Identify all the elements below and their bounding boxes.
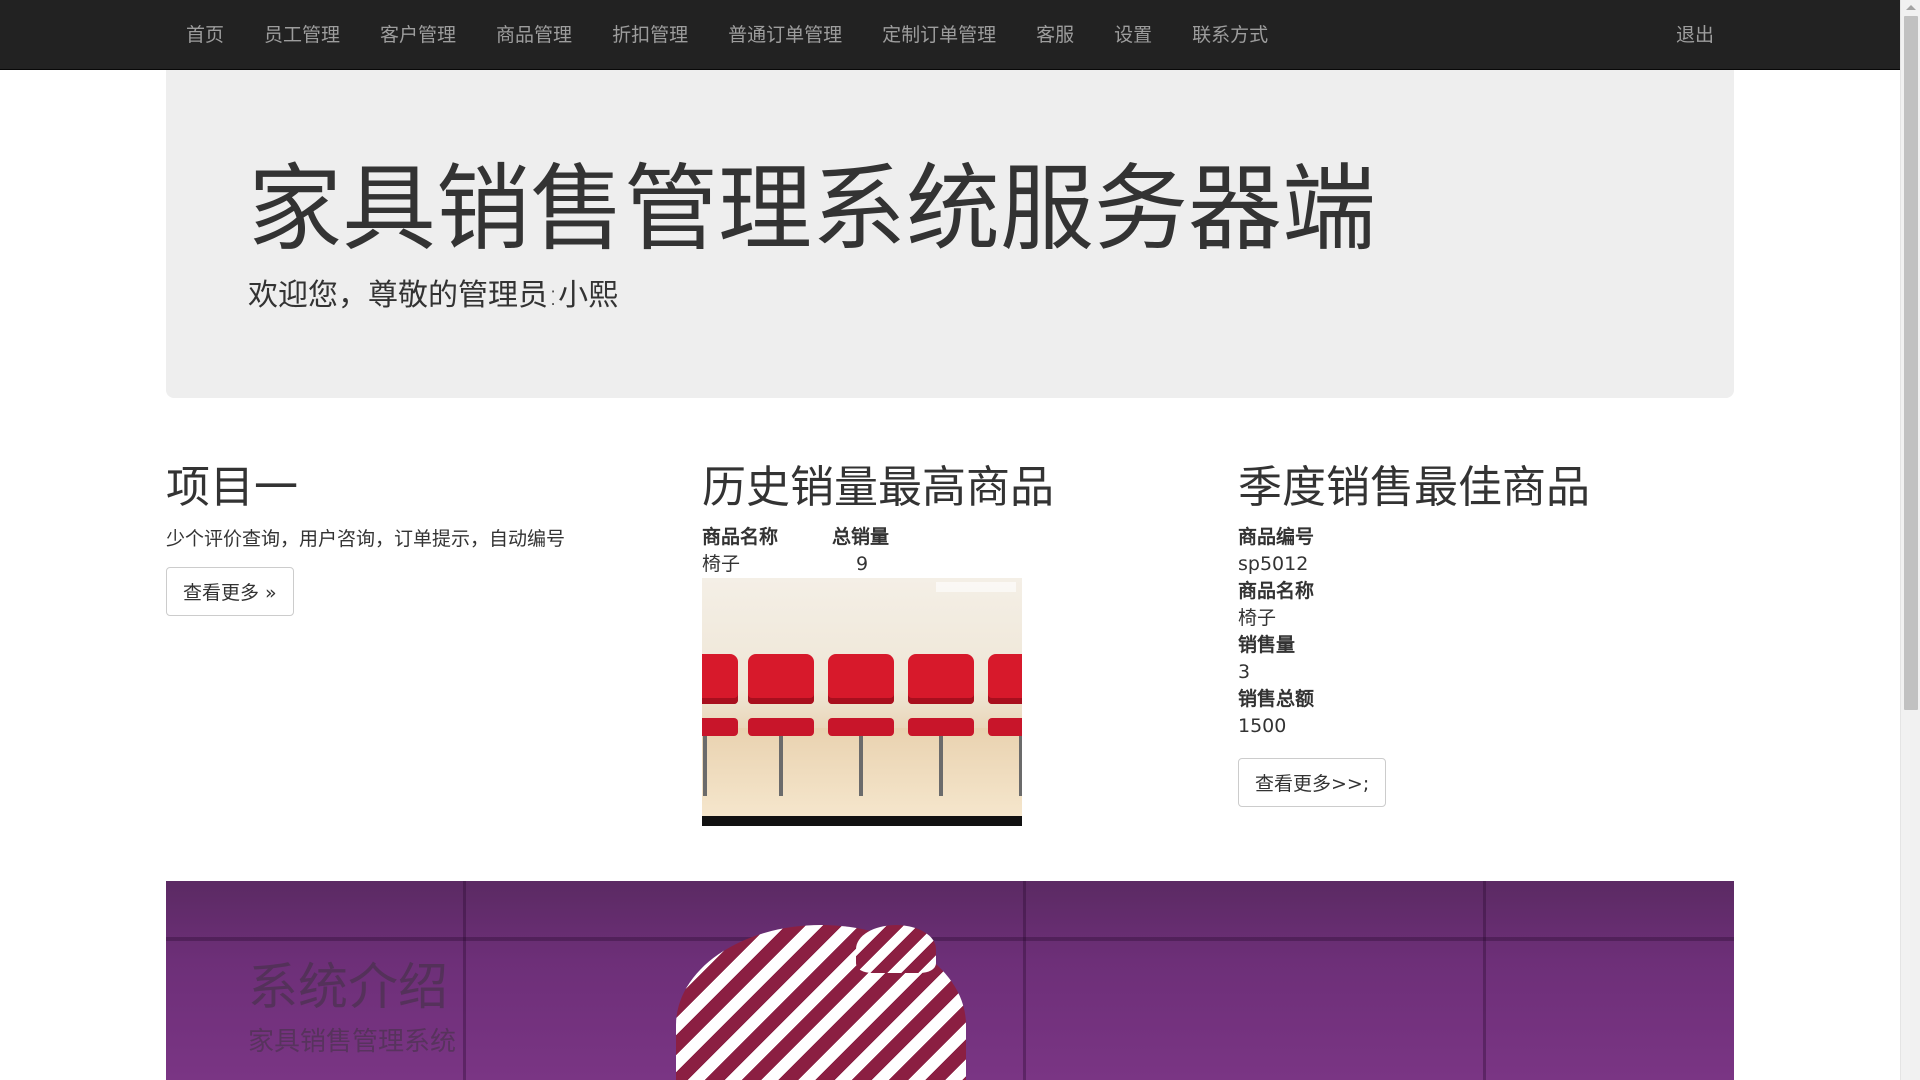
nav-item-discount[interactable]: 折扣管理 bbox=[592, 0, 708, 70]
nav-item-settings[interactable]: 设置 bbox=[1094, 0, 1172, 70]
product-name-cell: 椅子 bbox=[702, 553, 741, 575]
logout-link[interactable]: 退出 bbox=[1656, 0, 1734, 70]
chair-icon bbox=[828, 654, 894, 796]
sofa-seam bbox=[166, 937, 1734, 941]
nav-item-customer[interactable]: 客户管理 bbox=[360, 0, 476, 70]
nav-item-home[interactable]: 首页 bbox=[166, 0, 244, 70]
navbar-container: 首页 员工管理 客户管理 商品管理 折扣管理 普通订单管理 定制订单管理 客服 … bbox=[166, 0, 1734, 70]
nav-item-employee[interactable]: 员工管理 bbox=[244, 0, 360, 70]
quarter-view-more-button[interactable]: 查看更多>>; bbox=[1238, 758, 1387, 807]
knit-hat-tip bbox=[856, 925, 936, 973]
product-name-value: 椅子 bbox=[1238, 607, 1277, 629]
red-chairs-photo bbox=[702, 578, 1022, 826]
product-name-label: 商品名称 bbox=[1238, 580, 1315, 602]
total-sales-cell: 9 bbox=[856, 553, 869, 575]
project-title: 项目一 bbox=[166, 462, 298, 513]
carousel-title: 系统介绍 bbox=[248, 958, 448, 1016]
welcome-message: 欢迎您，尊敬的管理员:小熙 bbox=[248, 278, 619, 313]
sales-amount-value: 1500 bbox=[1238, 715, 1287, 737]
history-top-table: 商品名称 总销量 椅子 9 bbox=[702, 524, 1222, 578]
chair-icon bbox=[908, 654, 974, 796]
top-navbar: 首页 员工管理 客户管理 商品管理 折扣管理 普通订单管理 定制订单管理 客服 … bbox=[0, 0, 1900, 70]
photo-watermark bbox=[936, 582, 1016, 592]
nav-item-custom-orders[interactable]: 定制订单管理 bbox=[862, 0, 1016, 70]
column-header-total: 总销量 bbox=[832, 526, 890, 548]
scrollbar-thumb[interactable] bbox=[1904, 16, 1918, 710]
quarter-top-details: 商品编号 sp5012 商品名称 椅子 销售量 3 销售总额 1500 bbox=[1238, 524, 1758, 740]
page-scrollbar[interactable] bbox=[1900, 0, 1920, 1080]
jumbotron: 家具销售管理系统服务器端 欢迎您，尊敬的管理员:小熙 bbox=[166, 70, 1734, 398]
table-header-row: 商品名称 总销量 bbox=[702, 524, 1222, 551]
nav-item-product[interactable]: 商品管理 bbox=[476, 0, 592, 70]
chair-icon bbox=[702, 654, 738, 796]
quarter-top-column: 季度销售最佳商品 商品编号 sp5012 商品名称 椅子 销售量 3 销售总额 … bbox=[1238, 462, 1758, 807]
project-description: 少个评价查询，用户咨询，订单提示，自动编号 bbox=[166, 528, 566, 550]
product-code-value: sp5012 bbox=[1238, 553, 1309, 575]
view-more-button[interactable]: 查看更多 » bbox=[166, 567, 294, 616]
nav-menu: 首页 员工管理 客户管理 商品管理 折扣管理 普通订单管理 定制订单管理 客服 … bbox=[166, 0, 1288, 70]
sofa-cushion bbox=[1026, 881, 1486, 1080]
scroll-up-arrow-icon[interactable] bbox=[1906, 5, 1916, 10]
column-header-name: 商品名称 bbox=[702, 526, 779, 548]
sales-amount-label: 销售总额 bbox=[1238, 688, 1315, 710]
nav-item-service[interactable]: 客服 bbox=[1016, 0, 1094, 70]
history-top-column: 历史销量最高商品 商品名称 总销量 椅子 9 bbox=[702, 462, 1222, 826]
nav-item-orders[interactable]: 普通订单管理 bbox=[708, 0, 862, 70]
photo-caption-bar bbox=[702, 816, 1022, 826]
nav-item-contact[interactable]: 联系方式 bbox=[1172, 0, 1288, 70]
chair-icon bbox=[988, 654, 1022, 796]
table-row: 椅子 9 bbox=[702, 551, 1222, 578]
history-top-title: 历史销量最高商品 bbox=[702, 462, 1054, 513]
quarter-top-title: 季度销售最佳商品 bbox=[1238, 462, 1590, 513]
page-title: 家具销售管理系统服务器端 bbox=[248, 155, 1377, 264]
carousel-caption: 家具销售管理系统 bbox=[248, 1027, 457, 1057]
sales-volume-label: 销售量 bbox=[1238, 634, 1296, 656]
intro-carousel[interactable]: 系统介绍 家具销售管理系统 bbox=[166, 881, 1734, 1080]
project-column: 项目一 少个评价查询，用户咨询，订单提示，自动编号 查看更多 » bbox=[166, 462, 686, 616]
chair-icon bbox=[748, 654, 814, 796]
product-code-label: 商品编号 bbox=[1238, 526, 1315, 548]
sales-volume-value: 3 bbox=[1238, 661, 1251, 683]
